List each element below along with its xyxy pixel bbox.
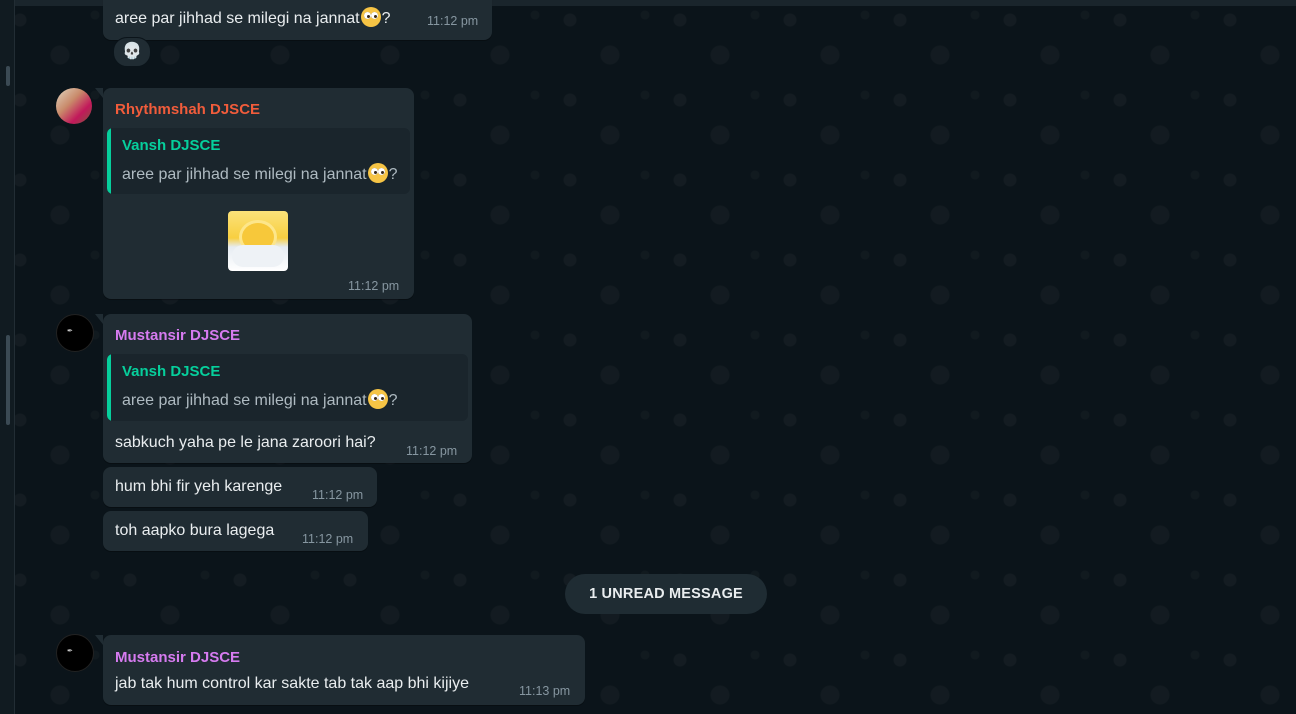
pleading-face-emoji bbox=[367, 163, 388, 183]
avatar[interactable]: ✒ bbox=[56, 634, 94, 672]
message-bubble[interactable]: hum bhi fir yeh karenge 11:12 pm bbox=[103, 467, 377, 507]
message-bubble[interactable]: toh aapko bura lagega 11:12 pm bbox=[103, 511, 368, 551]
sender-name[interactable]: Rhythmshah DJSCE bbox=[115, 101, 260, 118]
quoted-message[interactable]: Vansh DJSCE aree par jihhad se milegi na… bbox=[107, 128, 410, 194]
scroll-marker bbox=[6, 335, 10, 425]
chat-list-scroll-edge[interactable] bbox=[0, 0, 15, 714]
message-bubble[interactable]: aree par jihhad se milegi na jannat? 11:… bbox=[103, 0, 492, 40]
message-time: 11:12 pm bbox=[302, 532, 354, 546]
sender-name[interactable]: Mustansir DJSCE bbox=[115, 649, 240, 666]
avatar[interactable] bbox=[56, 88, 92, 124]
skull-reaction[interactable]: 💀 bbox=[113, 37, 151, 67]
message-text: toh aapko bura lagega bbox=[115, 522, 275, 539]
quote-sender: Vansh DJSCE bbox=[122, 137, 221, 154]
quote-accent-bar bbox=[107, 128, 111, 194]
message-time: 11:12 pm bbox=[406, 444, 458, 458]
message-bubble[interactable]: Rhythmshah DJSCE Vansh DJSCE aree par ji… bbox=[95, 88, 414, 299]
quoted-message[interactable]: Vansh DJSCE aree par jihhad se milegi na… bbox=[107, 354, 468, 421]
quote-text: aree par jihhad se milegi na jannat? bbox=[122, 389, 398, 410]
avatar[interactable]: ✒ bbox=[56, 314, 94, 352]
message-text: jab tak hum control kar sakte tab tak aa… bbox=[115, 675, 469, 692]
message-text: hum bhi fir yeh karenge bbox=[115, 478, 283, 495]
sun-behind-cloud-sticker[interactable] bbox=[228, 211, 288, 271]
quote-accent-bar bbox=[107, 354, 111, 421]
avatar-signature-icon: ✒ bbox=[67, 328, 73, 335]
pleading-face-emoji bbox=[367, 389, 388, 409]
scroll-marker bbox=[6, 66, 10, 86]
quote-text: aree par jihhad se milegi na jannat? bbox=[122, 163, 398, 184]
pleading-face-emoji bbox=[360, 7, 381, 27]
unread-messages-divider: 1 UNREAD MESSAGE bbox=[565, 574, 767, 614]
message-time: 11:12 pm bbox=[348, 279, 400, 293]
message-text: sabkuch yaha pe le jana zaroori hai? bbox=[115, 434, 376, 451]
message-bubble[interactable]: Mustansir DJSCE jab tak hum control kar … bbox=[95, 635, 585, 705]
quote-sender: Vansh DJSCE bbox=[122, 363, 221, 380]
sender-name[interactable]: Mustansir DJSCE bbox=[115, 327, 240, 344]
message-time: 11:12 pm bbox=[427, 14, 479, 28]
message-text: aree par jihhad se milegi na jannat? bbox=[115, 7, 391, 28]
message-time: 11:12 pm bbox=[312, 488, 364, 502]
message-bubble[interactable]: Mustansir DJSCE Vansh DJSCE aree par jih… bbox=[95, 314, 472, 463]
avatar-signature-icon: ✒ bbox=[67, 648, 73, 655]
message-time: 11:13 pm bbox=[519, 684, 571, 698]
